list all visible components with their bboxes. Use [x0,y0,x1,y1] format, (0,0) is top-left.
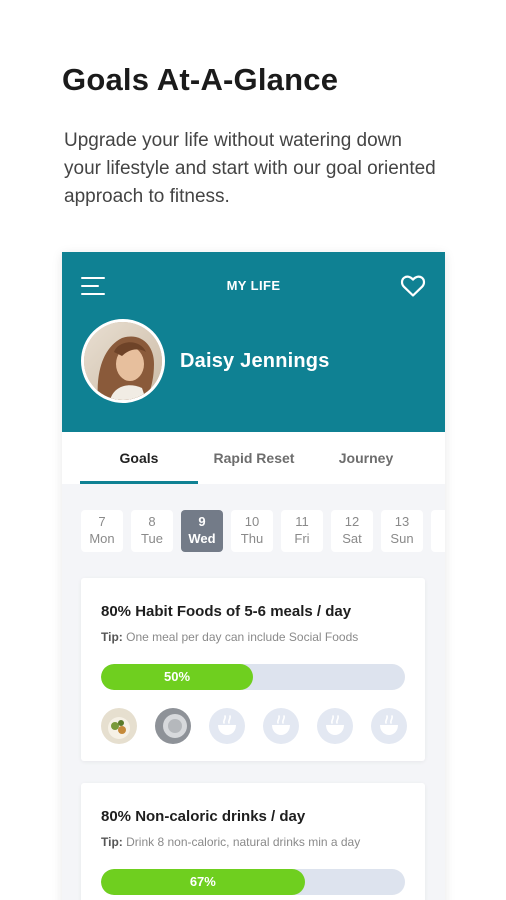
progress-label: 67% [189,874,216,889]
promo-subheadline: Upgrade your life without watering down … [64,130,436,207]
day-name: Fri [294,531,310,546]
day-number: 12 [344,514,360,529]
day-next-partial[interactable] [431,510,445,552]
day-number: 8 [148,514,156,529]
day-tue[interactable]: 8 Tue [131,510,173,552]
meal-photo-1[interactable] [101,708,137,744]
day-thu[interactable]: 10 Thu [231,510,273,552]
goal-progress-bar: 67% [101,869,405,895]
day-name: Mon [89,531,115,546]
meal-placeholder-bowl-icon[interactable] [209,708,245,744]
heart-icon[interactable] [400,274,426,298]
day-mon[interactable]: 7 Mon [81,510,123,552]
tip-text: One meal per day can include Social Food… [126,630,359,644]
meal-placeholder-bowl-icon[interactable] [371,708,407,744]
day-name: Wed [188,531,216,546]
profile-header: MY LIFE Daisy Jennings [62,252,445,432]
tab-goals[interactable]: Goals [80,432,198,484]
goal-card-non-caloric-drinks[interactable]: 80% Non-caloric drinks / day Tip: Drink … [81,783,425,900]
day-name: Sat [342,531,362,546]
promo-headline: Goals At-A-Glance [62,62,339,97]
day-fri[interactable]: 11 Fri [281,510,323,552]
goal-title: 80% Habit Foods of 5-6 meals / day [101,603,352,620]
day-name: Tue [141,531,163,546]
day-sat[interactable]: 12 Sat [331,510,373,552]
goal-tip: Tip: One meal per day can include Social… [101,630,358,644]
day-number: 9 [198,514,206,529]
phone-screen: MY LIFE Daisy Jennings Goals Rapid Reset… [62,252,445,900]
day-name: Thu [240,531,264,546]
goal-progress-bar: 50% [101,664,405,690]
day-wed-selected[interactable]: 9 Wed [181,510,223,552]
meal-placeholder-bowl-icon[interactable] [263,708,299,744]
avatar[interactable] [81,319,165,403]
goal-tip: Tip: Drink 8 non-caloric, natural drinks… [101,835,360,849]
user-name: Daisy Jennings [180,350,330,372]
tip-text: Drink 8 non-caloric, natural drinks min … [126,835,361,849]
tip-prefix: Tip: [101,835,123,849]
day-selector: 7 Mon 8 Tue 9 Wed 10 Thu 11 Fri 12 Sat 1… [81,510,445,552]
goal-card-habit-foods[interactable]: 80% Habit Foods of 5-6 meals / day Tip: … [81,578,425,761]
day-sun[interactable]: 13 Sun [381,510,423,552]
meal-placeholder-bowl-icon[interactable] [317,708,353,744]
tab-rapid-reset[interactable]: Rapid Reset [198,432,310,484]
day-number: 13 [394,514,410,529]
day-number: 7 [98,514,106,529]
day-number: 10 [244,514,260,529]
tab-journey[interactable]: Journey [310,432,422,484]
app-title: MY LIFE [226,278,281,293]
meal-photo-2[interactable] [155,708,191,744]
day-number: 11 [295,514,309,529]
progress-label: 50% [163,669,191,684]
active-tab-indicator [80,481,198,484]
tip-prefix: Tip: [101,630,123,644]
day-name: Sun [390,531,414,546]
meal-tracker [101,708,411,744]
goal-title: 80% Non-caloric drinks / day [101,808,306,825]
tab-bar: Goals Rapid Reset Journey [62,432,445,484]
